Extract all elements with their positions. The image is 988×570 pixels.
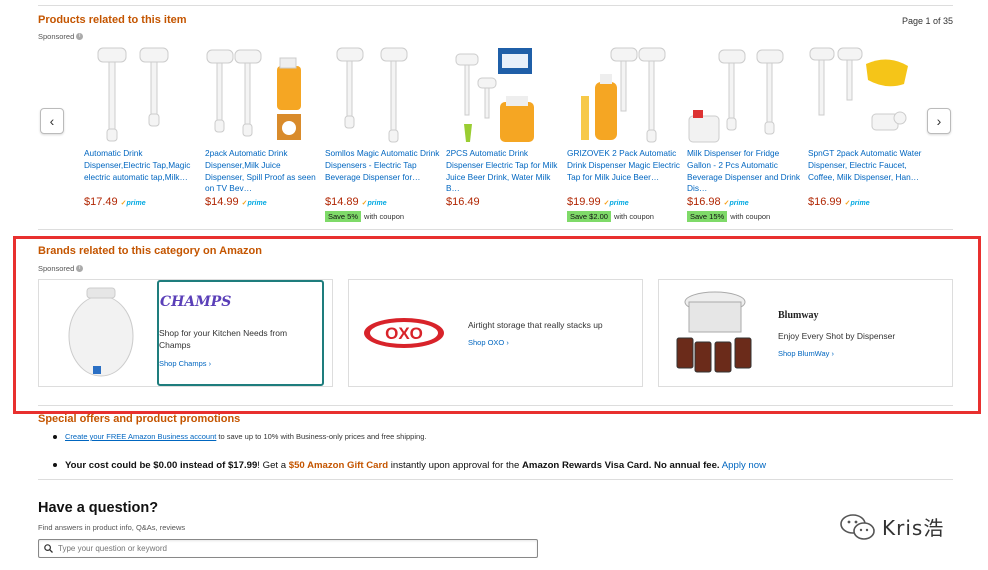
offer-visa: Your cost could be $0.00 instead of $17.… [53,460,766,471]
offer-cost-text: Your cost could be $0.00 instead of $17.… [65,460,258,471]
wechat-icon [840,513,875,540]
product-card[interactable]: GRIZOVEK 2 Pack Automatic Drink Dispense… [567,44,683,222]
top-divider [38,5,953,6]
coupon-text: with coupon [364,212,405,221]
chevron-right-icon: › [936,113,942,129]
product-price: $14.99 [205,196,239,208]
product-card[interactable]: Automatic Drink Dispenser,Electric Tap,M… [84,44,200,208]
prime-badge: ✓prime [723,200,749,207]
gift-card-amount: $50 Amazon Gift Card [288,460,389,471]
product-price: $14.89 [325,196,359,208]
product-title[interactable]: Somllos Magic Automatic Drink Dispensers… [325,148,441,195]
question-heading: Have a question? [38,500,159,516]
product-price: $17.49 [84,196,118,208]
section-divider [38,479,953,480]
highlight-annotation-box [13,236,981,414]
watermark-text: Kris浩 [882,516,945,540]
product-image[interactable] [687,44,803,144]
carousel-next-button[interactable]: › [927,108,951,134]
coupon-text: with coupon [730,212,771,221]
question-subtitle: Find answers in product info, Q&As, revi… [38,523,186,532]
prime-badge: ✓prime [241,200,267,207]
product-image[interactable] [567,44,683,144]
apply-now-link[interactable]: Apply now [722,460,766,471]
visa-card-text: Amazon Rewards Visa Card. No annual fee. [521,460,720,471]
product-card[interactable]: SpnGT 2pack Automatic Water Dispenser, E… [808,44,924,208]
product-card[interactable]: 2PCS Automatic Drink Dispenser Electric … [446,44,562,208]
product-card[interactable]: Milk Dispenser for Fridge Gallon - 2 Pcs… [687,44,803,222]
product-price: $16.99 [808,196,842,208]
page-indicator: Page 1 of 35 [901,16,953,26]
prime-badge: ✓prime [844,200,870,207]
product-price: $19.99 [567,196,601,208]
offer-text: instantly upon approval for the [388,460,522,471]
product-image[interactable] [808,44,924,144]
coupon-badge[interactable]: Save $2.00 [567,211,611,222]
product-image[interactable] [84,44,200,144]
offer-business: Create your FREE Amazon Business account… [53,432,426,441]
coupon-text: with coupon [613,212,654,221]
coupon-badge[interactable]: Save 5% [325,211,362,222]
sponsored-text: Sponsored [38,32,75,41]
offers-section-title: Special offers and product promotions [38,413,241,425]
product-title[interactable]: Automatic Drink Dispenser,Electric Tap,M… [84,148,200,195]
section-divider [38,229,953,230]
chevron-left-icon: ‹ [49,113,55,129]
product-price: $16.98 [687,196,721,208]
coupon-badge[interactable]: Save 15% [687,211,728,222]
product-title[interactable]: 2pack Automatic Drink Dispenser,Milk Jui… [205,148,321,195]
bullet [53,435,57,440]
product-image[interactable] [446,44,562,144]
bullet [53,463,57,468]
product-price: $16.49 [446,196,480,208]
product-image[interactable] [205,44,321,144]
carousel-prev-button[interactable]: ‹ [40,108,64,134]
related-section-title: Products related to this item [38,14,187,26]
watermark: Kris浩 [840,512,944,541]
product-card[interactable]: 2pack Automatic Drink Dispenser,Milk Jui… [205,44,321,208]
product-card[interactable]: Somllos Magic Automatic Drink Dispensers… [325,44,441,222]
business-offer-text: to save up to 10% with Business-only pri… [216,432,427,441]
product-title[interactable]: SpnGT 2pack Automatic Water Dispenser, E… [808,148,924,195]
related-sponsored-label: Sponsored i [38,32,84,41]
question-search-box[interactable] [38,539,538,558]
prime-badge: ✓prime [361,200,387,207]
search-icon [44,544,53,553]
product-title[interactable]: GRIZOVEK 2 Pack Automatic Drink Dispense… [567,148,683,195]
prime-badge: ✓prime [120,200,146,207]
question-search-input[interactable] [58,544,518,553]
product-title[interactable]: Milk Dispenser for Fridge Gallon - 2 Pcs… [687,148,803,195]
business-account-link[interactable]: Create your FREE Amazon Business account [65,432,216,441]
product-image[interactable] [325,44,441,144]
offer-text: ! Get a [257,460,289,471]
info-icon[interactable]: i [76,33,84,40]
prime-badge: ✓prime [603,200,629,207]
product-title[interactable]: 2PCS Automatic Drink Dispenser Electric … [446,148,562,195]
